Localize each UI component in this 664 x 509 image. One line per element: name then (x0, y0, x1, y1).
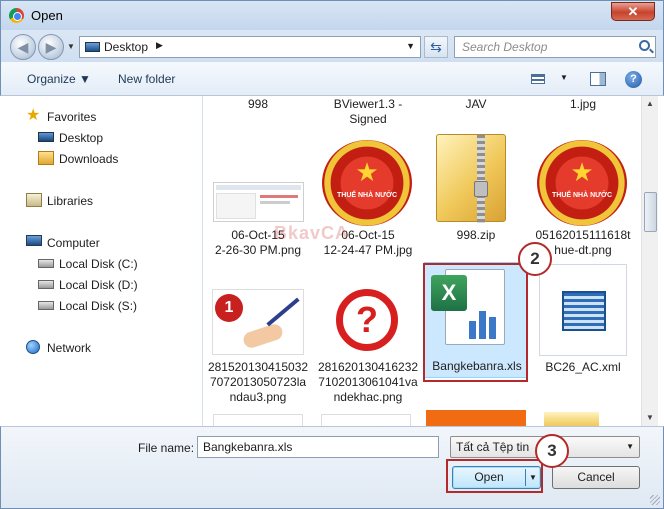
sidebar-item-label: Downloads (59, 152, 119, 166)
question-image-thumbnail: ? (322, 289, 412, 355)
file-name: 281620130416232 (317, 360, 419, 374)
file-name: BC26_AC.xml (545, 360, 621, 374)
sidebar-item-label: Local Disk (D:) (59, 278, 138, 292)
sidebar-item-label: Network (47, 341, 92, 355)
file-item[interactable]: ★ THUẾ NHÀ NƯỚC 05162015111618t hue-dt.p… (531, 132, 635, 257)
seal-text: THUẾ NHÀ NƯỚC (552, 191, 612, 199)
folder-thumbnail-partial[interactable] (544, 412, 599, 426)
cancel-button[interactable]: Cancel (552, 466, 640, 489)
hard-disk-icon (38, 301, 54, 310)
file-name-label: File name: (138, 441, 195, 455)
highlight-box-file (423, 263, 528, 382)
sidebar-item-label: Libraries (47, 194, 94, 208)
file-name: 2-26-30 PM.png (214, 243, 302, 257)
xml-file-icon (539, 264, 627, 356)
file-thumbnail-partial[interactable] (213, 414, 303, 426)
file-name: ndekhac.png (333, 390, 403, 404)
close-button[interactable]: ✕ (611, 2, 655, 21)
file-name: BViewer1.3 - (333, 97, 403, 111)
scroll-up-icon[interactable]: ▲ (642, 96, 658, 112)
change-view-icon[interactable] (531, 74, 545, 84)
resize-grip[interactable] (650, 495, 660, 505)
address-bar[interactable]: Desktop ▶ ▼ (79, 36, 421, 58)
navigation-pane: ★ Favorites Desktop Downloads Libraries … (1, 96, 203, 426)
file-thumbnail-partial[interactable] (321, 414, 411, 426)
organize-button[interactable]: Organize ▼ (27, 72, 91, 86)
file-name-input[interactable]: Bangkebanra.xls (197, 436, 439, 458)
watermark-text: BkavCA (274, 223, 350, 243)
vertical-scrollbar[interactable]: ▲ ▼ (641, 96, 658, 426)
file-item[interactable]: 1 281520130415032 7072013050723la ndau3.… (206, 262, 310, 412)
file-name: 7102013061041va (318, 375, 418, 389)
seal-star: ★ (570, 156, 594, 187)
libraries-icon (26, 193, 42, 207)
screenshot-thumbnail (213, 182, 304, 222)
network-icon (26, 340, 40, 354)
preview-pane-icon[interactable] (590, 72, 606, 86)
seal-image-thumbnail: ★ THUẾ NHÀ NƯỚC (322, 140, 412, 226)
scroll-thumb[interactable] (644, 192, 657, 232)
number-one-badge: 1 (215, 294, 243, 322)
file-item[interactable]: 998.zip (424, 132, 528, 257)
seal-image-thumbnail: ★ THUẾ NHÀ NƯỚC (537, 140, 627, 226)
file-type-value: Tất cả Tệp tin (456, 440, 530, 454)
recent-locations-dropdown[interactable]: ▼ (67, 42, 75, 51)
seal-text: THUẾ NHÀ NƯỚC (337, 191, 397, 199)
star-icon: ★ (26, 107, 41, 124)
file-name: JAV (465, 97, 487, 111)
highlight-box-open (446, 459, 543, 493)
file-item[interactable]: BC26_AC.xml (531, 262, 635, 387)
refresh-button[interactable]: ⇆ (424, 36, 448, 58)
title-bar: Open ✕ (0, 0, 664, 30)
step-badge-2: 2 (518, 242, 552, 276)
signing-image-thumbnail: 1 (212, 289, 304, 355)
window-title: Open (31, 8, 63, 23)
breadcrumb-desktop[interactable]: Desktop (104, 40, 148, 54)
file-thumbnail-partial[interactable] (426, 410, 526, 426)
sidebar-item-label: Local Disk (C:) (59, 257, 138, 271)
sidebar-item-label: Favorites (47, 110, 97, 124)
help-icon[interactable]: ? (625, 71, 642, 88)
search-placeholder: Search Desktop (462, 40, 548, 54)
command-toolbar: Organize ▼ New folder ▼ ? (0, 62, 664, 96)
file-name: 1.jpg (569, 97, 597, 111)
view-options-dropdown[interactable]: ▼ (560, 73, 568, 82)
file-name-value: Bangkebanra.xls (203, 440, 293, 454)
hard-disk-icon (38, 280, 54, 289)
file-name: 281520130415032 (207, 360, 309, 374)
chrome-icon (9, 8, 24, 23)
file-name: 998 (247, 97, 269, 111)
step-badge-3: 3 (535, 434, 569, 468)
chevron-down-icon: ▼ (626, 442, 634, 451)
file-name: 998.zip (456, 228, 496, 242)
back-button[interactable]: ◀ (10, 34, 36, 60)
sidebar-item-label: Desktop (59, 131, 104, 145)
computer-icon (26, 235, 42, 246)
breadcrumb-chevron-icon[interactable]: ▶ (156, 40, 163, 51)
search-icon[interactable] (639, 40, 650, 51)
desktop-icon (85, 42, 100, 52)
desktop-icon (38, 132, 54, 142)
sidebar-item-label: Computer (47, 236, 100, 250)
file-name: ndau3.png (229, 390, 287, 404)
downloads-folder-icon (38, 151, 54, 165)
scroll-down-icon[interactable]: ▼ (642, 410, 658, 426)
search-input[interactable]: Search Desktop (454, 36, 656, 58)
question-mark-icon: ? (336, 289, 398, 351)
hard-disk-icon (38, 259, 54, 268)
file-name: 05162015111618t (535, 228, 631, 242)
file-name: Signed (349, 112, 387, 126)
address-dropdown-icon[interactable]: ▼ (406, 41, 415, 51)
new-folder-button[interactable]: New folder (118, 72, 175, 86)
address-row: ◀ ▶ ▼ Desktop ▶ ▼ ⇆ Search Desktop (0, 30, 664, 62)
forward-button[interactable]: ▶ (38, 34, 64, 60)
sidebar-item-label: Local Disk (S:) (59, 299, 138, 313)
file-name: 12-24-47 PM.jpg (323, 243, 413, 257)
file-item[interactable]: ? 281620130416232 7102013061041va ndekha… (316, 262, 420, 412)
seal-star: ★ (355, 156, 379, 187)
zip-folder-icon (436, 134, 506, 223)
file-name: 7072013050723la (209, 375, 307, 389)
